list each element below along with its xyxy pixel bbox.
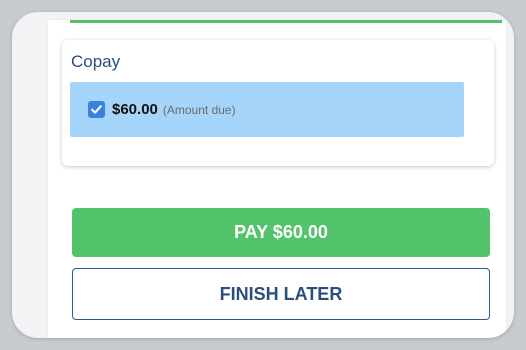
amount-due-note: (Amount due) xyxy=(162,102,236,117)
copay-card: Copay $60.00 (Amount due) xyxy=(62,40,494,166)
copay-checkbox[interactable] xyxy=(88,101,105,118)
copay-amount: $60.00 xyxy=(112,101,158,118)
finish-later-button[interactable]: FINISH LATER xyxy=(72,268,490,320)
screenshot-frame: Copay $60.00 (Amount due) PAY $60.00 FIN… xyxy=(12,12,514,338)
checkmark-icon xyxy=(91,105,102,114)
top-accent-bar xyxy=(70,20,502,23)
payment-screen: Copay $60.00 (Amount due) PAY $60.00 FIN… xyxy=(48,20,506,338)
copay-amount-option[interactable]: $60.00 (Amount due) xyxy=(70,82,464,137)
pay-button[interactable]: PAY $60.00 xyxy=(72,208,490,257)
copay-title: Copay xyxy=(71,52,121,71)
